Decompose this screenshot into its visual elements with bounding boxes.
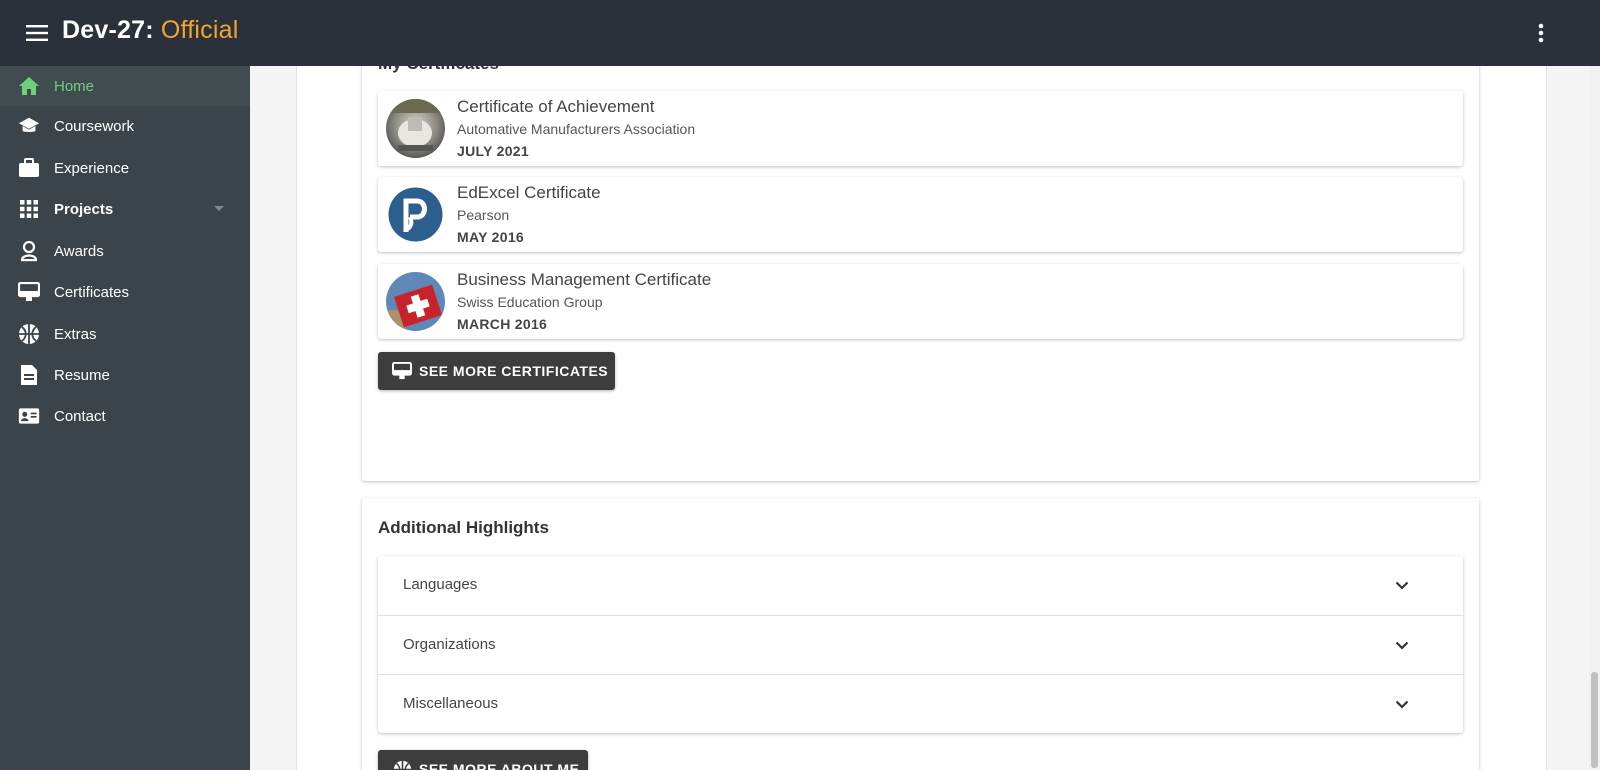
sidebar-item-label: Awards [54,242,104,260]
certificate-date: JULY 2021 [457,143,529,159]
certificate-name: EdExcel Certificate [457,183,601,202]
accordion-languages[interactable]: Languages [378,556,1463,615]
sidebar-item-certificates[interactable]: Certificates [0,272,250,312]
sidebar-item-label: Coursework [54,117,135,135]
certificate-name: Certificate of Achievement [457,97,655,116]
certificate-issuer: Swiss Education Group [457,294,603,310]
sidebar-item-resume[interactable]: Resume [0,355,250,395]
home-icon [18,75,40,97]
button-label: SEE MORE CERTIFICATES [419,363,609,379]
certificate-icon [392,361,412,381]
certificate-issuer: Automative Manufacturers Association [457,121,696,137]
button-label: SEE MORE ABOUT ME [419,761,580,770]
sidebar-item-coursework[interactable]: Coursework [0,106,250,146]
trophy-photo-logo [386,99,445,158]
sidebar-item-experience[interactable]: Experience [0,148,250,188]
sidebar-item-label: Resume [54,366,110,384]
see-more-certificates-button[interactable]: SEE MORE CERTIFICATES [378,352,615,390]
menu-icon[interactable] [22,20,52,46]
section-title: Additional Highlights [378,518,549,537]
see-more-about-me-button[interactable]: SEE MORE ABOUT ME [378,750,588,770]
sidebar-item-label: Certificates [54,283,130,301]
chevron-down-icon[interactable] [1393,576,1411,594]
certificate-date: MAY 2016 [457,229,525,245]
certificate-item[interactable]: Business Management Certificate Swiss Ed… [378,264,1463,339]
award-icon [18,240,40,262]
app-title-main: Dev-27: [62,16,154,44]
sidebar-item-label: Experience [54,159,130,177]
certificate-issuer: Pearson [457,207,510,223]
chevron-down-icon[interactable] [1393,695,1411,713]
sidebar-item-label: Projects [54,200,114,218]
accordion-miscellaneous[interactable]: Miscellaneous [378,674,1463,733]
sidebar-item-projects[interactable]: Projects [0,189,250,229]
chevron-down-icon[interactable] [1393,636,1411,654]
grid-icon [18,198,40,220]
ball-icon [392,759,412,770]
highlights-accordion: Languages Organizations Miscellaneous [378,556,1463,733]
school-icon [18,115,40,137]
sidebar-item-extras[interactable]: Extras [0,314,250,354]
contact-card-icon [18,405,40,427]
app-title-accent: Official [160,16,239,44]
scrollbar-thumb[interactable] [1591,672,1598,768]
main-content: My Certificates Certificate of Achieveme… [250,46,1600,770]
accordion-label: Miscellaneous [403,695,499,712]
certificate-item[interactable]: Certificate of Achievement Automative Ma… [378,91,1463,166]
pearson-logo [386,185,445,244]
certificate-icon [18,281,40,303]
certificates-section: My Certificates Certificate of Achieveme… [362,46,1479,481]
chevron-down-icon[interactable] [214,206,224,211]
ball-icon [18,323,40,345]
document-icon [18,364,40,386]
sidebar-item-contact[interactable]: Contact [0,396,250,436]
sidebar-item-label: Extras [54,325,97,343]
swiss-flag-logo [386,272,445,331]
briefcase-icon [18,157,40,179]
more-vert-icon[interactable] [1528,20,1554,46]
sidebar: Home Coursework Experience Projects Awar… [0,66,250,770]
accordion-organizations[interactable]: Organizations [378,615,1463,674]
app-bar: Dev-27: Official [0,0,1600,66]
sidebar-item-label: Home [54,77,95,95]
certificate-name: Business Management Certificate [457,270,712,289]
app-title[interactable]: Dev-27: Official [62,16,238,45]
highlights-section: Additional Highlights Languages Organiza… [362,498,1479,770]
sidebar-item-awards[interactable]: Awards [0,231,250,271]
scrollbar[interactable] [1589,66,1600,770]
accordion-label: Organizations [403,636,496,653]
sidebar-item-label: Contact [54,407,106,425]
accordion-label: Languages [403,576,478,593]
sidebar-item-home[interactable]: Home [0,66,250,106]
certificate-item[interactable]: EdExcel Certificate Pearson MAY 2016 [378,177,1463,252]
certificate-date: MARCH 2016 [457,316,548,332]
